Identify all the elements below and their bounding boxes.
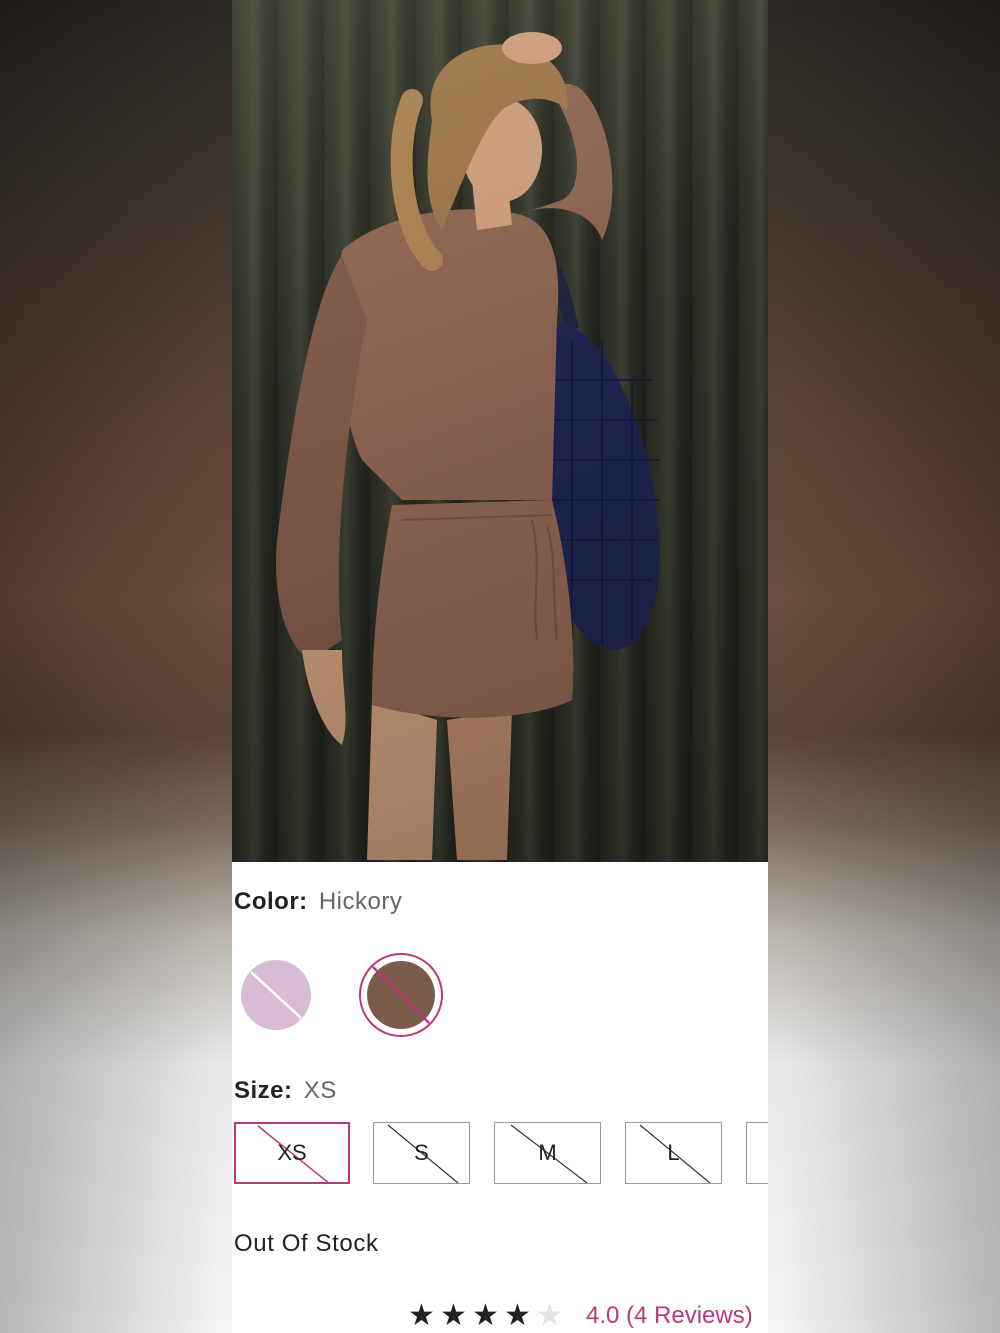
size-option-label: S — [414, 1140, 429, 1165]
size-option-s[interactable]: S — [373, 1122, 470, 1184]
star-filled-icon: ★ — [504, 1299, 531, 1332]
size-option-l[interactable]: L — [625, 1122, 722, 1184]
color-value: Hickory — [318, 888, 403, 915]
size-label: Size: — [234, 1077, 293, 1104]
unavailable-slash-icon — [372, 966, 430, 1024]
product-image[interactable] — [232, 0, 768, 862]
star-filled-icon: ★ — [408, 1299, 435, 1332]
size-label-row: Size: XS — [234, 1077, 337, 1105]
color-label-row: Color: Hickory — [234, 888, 402, 916]
color-label: Color: — [234, 888, 308, 915]
size-option-xs[interactable]: XS — [234, 1122, 350, 1184]
lavender-swatch[interactable] — [241, 960, 311, 1030]
star-filled-icon: ★ — [472, 1299, 499, 1332]
hickory-swatch[interactable] — [359, 953, 443, 1037]
reviews-link[interactable]: 4.0 (4 Reviews) — [586, 1302, 753, 1330]
star-empty-icon: ★ — [536, 1299, 563, 1332]
size-option-label: XS — [277, 1140, 307, 1165]
size-option-label: M — [538, 1140, 557, 1165]
star-filled-icon: ★ — [440, 1299, 467, 1332]
rating-summary[interactable]: ★ ★ ★ ★ ★ 4.0 (4 Reviews) — [408, 1298, 753, 1333]
stock-status: Out Of Stock — [234, 1230, 379, 1257]
size-option-m[interactable]: M — [494, 1122, 601, 1184]
model-illustration — [276, 32, 660, 860]
unavailable-slash-icon — [250, 971, 302, 1019]
size-option-label: L — [667, 1140, 680, 1165]
size-option-partial[interactable] — [746, 1122, 768, 1184]
product-card: Color: Hickory Size: XS XS S M L Out Of … — [232, 0, 768, 1333]
size-value: XS — [303, 1077, 337, 1104]
